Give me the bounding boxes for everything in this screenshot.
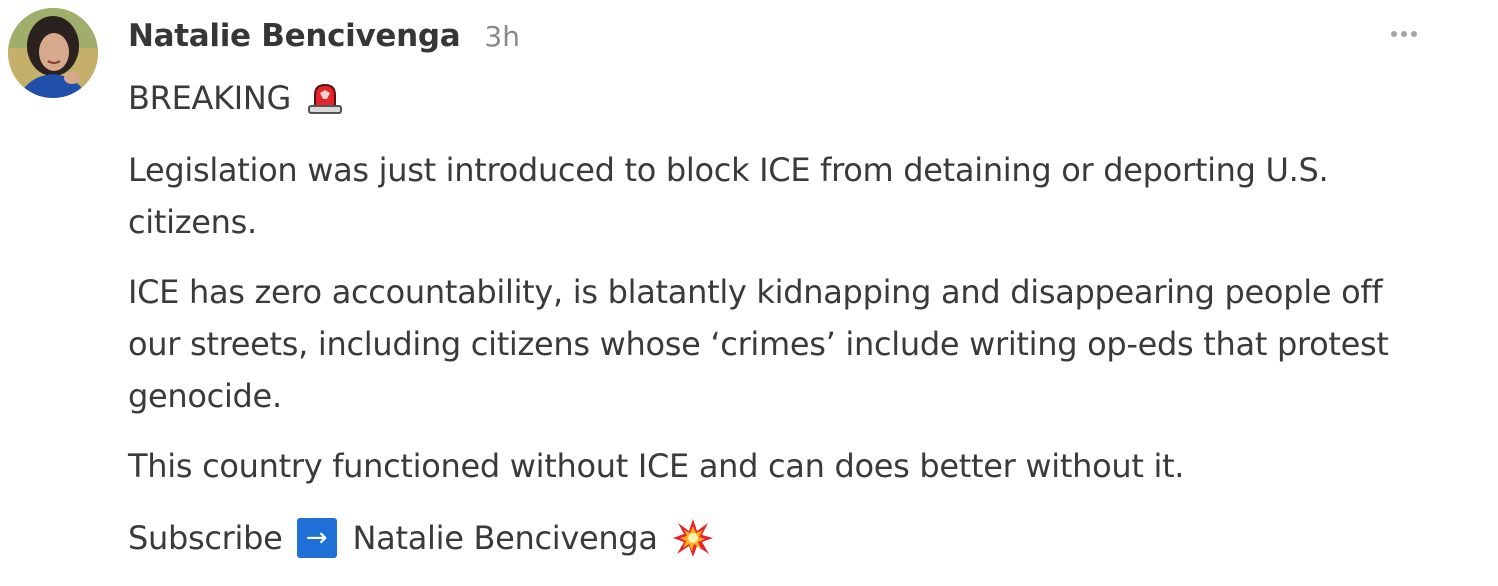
- avatar-image: [8, 8, 98, 98]
- subscribe-link[interactable]: Natalie Bencivenga: [353, 512, 658, 564]
- more-options-button[interactable]: [1380, 18, 1428, 50]
- subscribe-line: Subscribe → Natalie Bencivenga: [128, 512, 1438, 564]
- collision-icon: [672, 517, 714, 559]
- more-options-icon: [1391, 31, 1397, 37]
- post-card: Natalie Bencivenga 3h BREAKING Legislati…: [0, 0, 1498, 586]
- post-header: Natalie Bencivenga 3h: [128, 14, 520, 58]
- avatar[interactable]: [8, 8, 98, 98]
- post-paragraph: ICE has zero accountability, is blatantl…: [128, 273, 1389, 415]
- post-body: BREAKING Legislation was just introduced…: [128, 72, 1438, 564]
- police-light-icon: [305, 81, 345, 115]
- post-paragraph: This country functioned without ICE and …: [128, 447, 1185, 485]
- post-paragraph: Legislation was just introduced to block…: [128, 151, 1329, 241]
- post-timestamp[interactable]: 3h: [484, 20, 520, 53]
- author-name[interactable]: Natalie Bencivenga: [128, 18, 461, 54]
- more-options-dot: [1401, 31, 1407, 37]
- breaking-line: BREAKING: [128, 72, 1438, 124]
- more-options-dot: [1411, 31, 1417, 37]
- breaking-label: BREAKING: [128, 79, 292, 117]
- right-arrow-icon: →: [296, 518, 337, 558]
- subscribe-label: Subscribe: [128, 519, 283, 557]
